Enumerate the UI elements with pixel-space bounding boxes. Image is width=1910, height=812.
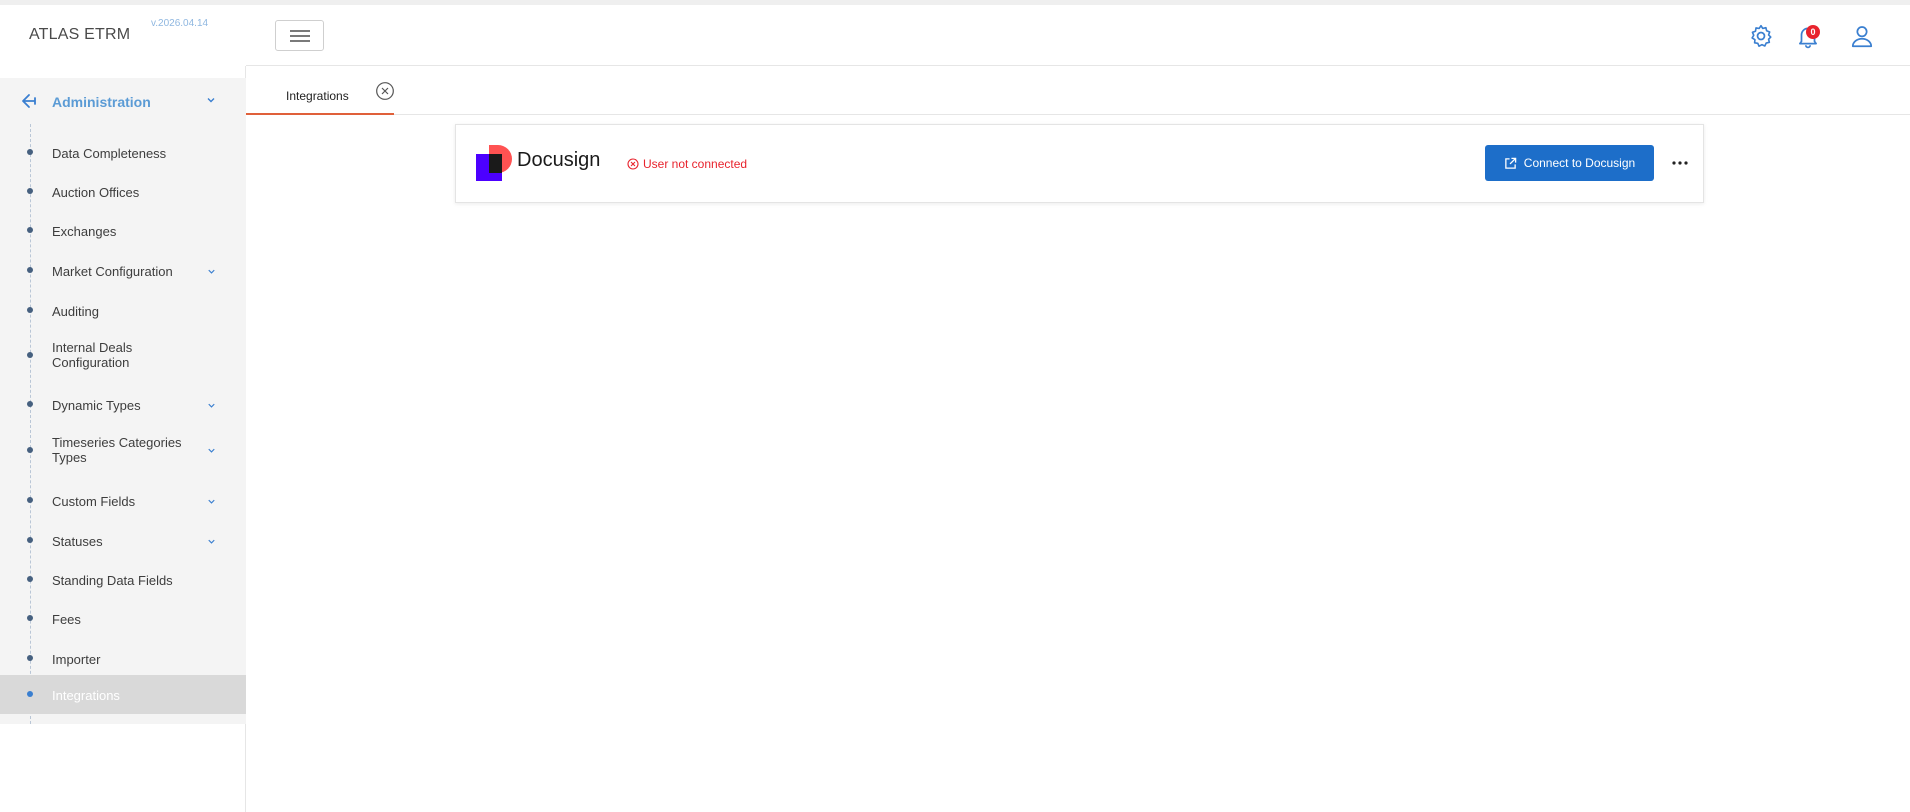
chevron-down-icon[interactable]	[205, 94, 217, 106]
sidebar-item-fees[interactable]: Fees	[0, 606, 246, 634]
connection-status: User not connected	[627, 157, 747, 171]
tree-node-dot	[27, 188, 33, 194]
sidebar-item-internal-deals-configuration[interactable]: Internal Deals Configuration	[0, 335, 246, 375]
app-version: v.2026.04.14	[151, 18, 209, 29]
sidebar-item-label: Importer	[52, 652, 101, 667]
tree-node-dot	[27, 401, 33, 407]
sidebar-item-timeseries-categories-types[interactable]: Timeseries Categories Types	[0, 430, 246, 470]
chevron-down-icon[interactable]	[206, 400, 217, 411]
hamburger-icon-line	[290, 30, 310, 32]
sidebar-item-label: Timeseries Categories Types	[52, 435, 182, 465]
sidebar-item-integrations[interactable]: Integrations	[0, 675, 246, 714]
connect-button-label: Connect to Docusign	[1523, 156, 1636, 170]
tab-label: Integrations	[286, 89, 349, 103]
hamburger-icon-line	[290, 40, 310, 42]
more-horizontal-icon	[1672, 161, 1688, 165]
sidebar-item-auditing[interactable]: Auditing	[0, 298, 246, 326]
chevron-down-icon[interactable]	[206, 266, 217, 277]
sidebar-item-label: Fees	[52, 612, 81, 627]
tree-node-dot	[27, 447, 33, 453]
external-link-icon	[1505, 157, 1517, 169]
sidebar-item-exchanges[interactable]: Exchanges	[0, 218, 246, 246]
sidebar-item-label: Auction Offices	[52, 185, 140, 200]
connection-status-text: User not connected	[643, 157, 748, 171]
gear-icon[interactable]	[1748, 23, 1774, 49]
sidebar-item-statuses[interactable]: Statuses	[0, 528, 246, 556]
sidebar-nav: Administration Data Completeness Auction…	[0, 78, 246, 724]
more-options-button[interactable]	[1668, 151, 1692, 175]
sidebar-section-label: Administration	[52, 94, 151, 110]
chevron-down-icon[interactable]	[206, 536, 217, 547]
sidebar-item-label: Exchanges	[52, 224, 117, 239]
sidebar-item-importer[interactable]: Importer	[0, 646, 246, 674]
user-icon[interactable]	[1849, 23, 1875, 49]
tree-node-dot	[27, 691, 33, 697]
sidebar-item-label: Dynamic Types	[52, 398, 141, 413]
tree-node-dot	[27, 615, 33, 621]
docusign-logo-icon	[476, 145, 512, 181]
sidebar-item-dynamic-types[interactable]: Dynamic Types	[0, 392, 246, 420]
sidebar-item-data-completeness[interactable]: Data Completeness	[0, 140, 246, 168]
tree-node-dot	[27, 537, 33, 543]
hamburger-icon-line	[290, 35, 310, 37]
sidebar-item-label: Internal Deals Configuration	[52, 340, 133, 370]
tree-node-dot	[27, 267, 33, 273]
sidebar-item-label: Custom Fields	[52, 494, 136, 509]
close-tab-icon[interactable]	[375, 81, 395, 101]
sidebar: ATLAS ETRM v.2026.04.14 Administration D…	[0, 0, 246, 812]
app-root: ATLAS ETRM v.2026.04.14 Administration D…	[0, 0, 1910, 812]
top-bar: 0	[246, 0, 1910, 66]
tree-node-dot	[27, 352, 33, 358]
chevron-down-icon[interactable]	[206, 445, 217, 456]
connect-docusign-button[interactable]: Connect to Docusign	[1485, 145, 1654, 181]
integration-card-docusign: Docusign User not connected Connect to D…	[455, 124, 1704, 203]
notification-count-badge: 0	[1806, 25, 1820, 39]
tree-node-dot	[27, 655, 33, 661]
tree-node-dot	[27, 497, 33, 503]
tree-node-dot	[27, 227, 33, 233]
sidebar-item-label: Market Configuration	[52, 264, 173, 279]
sidebar-item-label: Statuses	[52, 534, 103, 549]
sidebar-section-administration[interactable]: Administration	[0, 78, 246, 124]
menu-toggle-button[interactable]	[275, 20, 324, 51]
sidebar-item-label: Integrations	[52, 688, 120, 703]
tree-guide-line	[30, 124, 31, 724]
sidebar-item-label: Standing Data Fields	[52, 573, 173, 588]
tree-node-dot	[27, 576, 33, 582]
brand-name[interactable]: ATLAS ETRM	[29, 26, 130, 44]
chevron-down-icon[interactable]	[206, 496, 217, 507]
sidebar-item-label: Data Completeness	[52, 146, 167, 161]
tab-bar: Integrations	[246, 67, 1910, 115]
brand-header: ATLAS ETRM v.2026.04.14	[0, 0, 246, 66]
integration-name: Docusign	[517, 149, 601, 171]
tab-integrations[interactable]: Integrations	[246, 67, 394, 115]
sidebar-item-standing-data-fields[interactable]: Standing Data Fields	[0, 567, 246, 595]
back-arrow-icon[interactable]	[20, 92, 38, 110]
sidebar-item-custom-fields[interactable]: Custom Fields	[0, 488, 246, 516]
sidebar-item-label: Auditing	[52, 304, 99, 319]
error-circle-icon	[627, 158, 639, 170]
tree-node-dot	[27, 149, 33, 155]
sidebar-item-market-configuration[interactable]: Market Configuration	[0, 258, 246, 286]
tree-node-dot	[27, 307, 33, 313]
sidebar-item-auction-offices[interactable]: Auction Offices	[0, 179, 246, 207]
